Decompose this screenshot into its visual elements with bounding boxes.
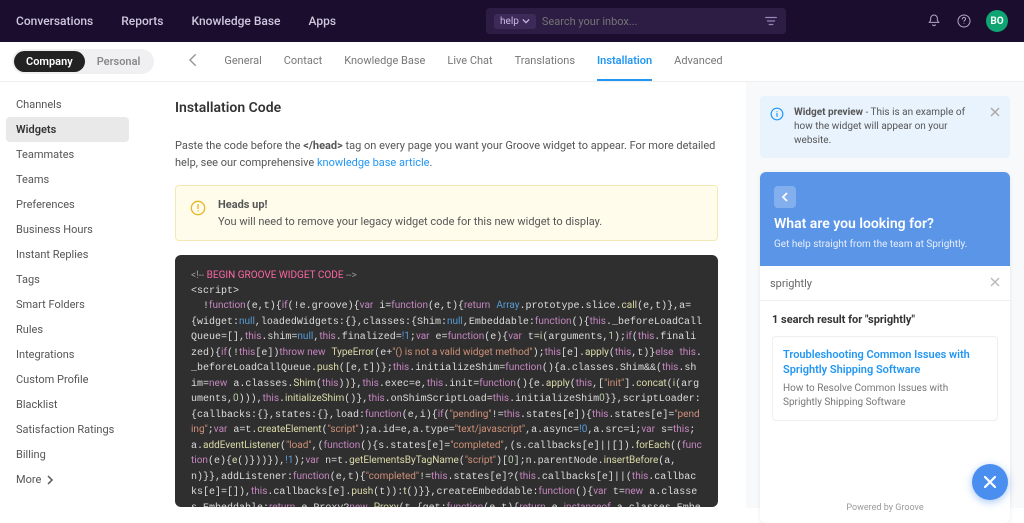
sidebar-item-widgets[interactable]: Widgets <box>6 117 129 142</box>
arrow-left-icon <box>184 51 202 69</box>
secondbar: Company Personal General Contact Knowled… <box>0 42 1024 82</box>
topnav-conversations[interactable]: Conversations <box>16 14 93 28</box>
sidebar-item-smart-folders[interactable]: Smart Folders <box>0 292 135 317</box>
widget-results-header: 1 search result for "sprightly" <box>772 313 998 326</box>
sidebar-item-rules[interactable]: Rules <box>0 317 135 342</box>
sidebar-item-channels[interactable]: Channels <box>0 92 135 117</box>
main-panel: Installation Code Paste the code before … <box>135 82 746 508</box>
close-icon <box>990 107 1000 117</box>
tab-installation[interactable]: Installation <box>597 42 652 81</box>
widget-result-subtitle: How to Resolve Common Issues with Sprigh… <box>783 382 987 410</box>
kb-article-link[interactable]: knowledge base article <box>317 156 430 169</box>
widget-search-row <box>760 266 1010 301</box>
alert-title: Heads up! <box>218 198 602 211</box>
chevron-left-icon <box>780 192 790 202</box>
sidebar-item-blacklist[interactable]: Blacklist <box>0 392 135 417</box>
help-icon[interactable] <box>956 13 972 29</box>
widget-result-title: Troubleshooting Common Issues with Sprig… <box>783 347 987 378</box>
topnav-knowledge-base[interactable]: Knowledge Base <box>191 14 280 28</box>
scope-pill-group: Company Personal <box>12 49 154 74</box>
search-input[interactable] <box>542 15 764 28</box>
close-icon <box>990 277 1000 287</box>
top-nav: Conversations Reports Knowledge Base App… <box>16 14 336 28</box>
user-avatar[interactable]: BO <box>986 10 1008 32</box>
preview-info-text: Widget preview - This is an example of h… <box>794 106 980 148</box>
widget: What are you looking for? Get help strai… <box>760 172 1010 523</box>
widget-back-button[interactable] <box>774 186 796 208</box>
sidebar-item-preferences[interactable]: Preferences <box>0 192 135 217</box>
preview-panel: Widget preview - This is an example of h… <box>746 82 1024 508</box>
tab-advanced[interactable]: Advanced <box>674 42 722 81</box>
topnav-apps[interactable]: Apps <box>309 14 337 28</box>
tab-translations[interactable]: Translations <box>515 42 575 81</box>
widget-header: What are you looking for? Get help strai… <box>760 172 1010 266</box>
search-wrap[interactable]: help <box>486 8 786 34</box>
topbar: Conversations Reports Knowledge Base App… <box>0 0 1024 42</box>
preview-info-close[interactable] <box>990 106 1000 120</box>
widget-title: What are you looking for? <box>774 216 996 232</box>
sidebar-item-integrations[interactable]: Integrations <box>0 342 135 367</box>
back-button[interactable] <box>184 51 202 72</box>
close-icon <box>983 475 997 489</box>
desc-tag: </head> <box>303 139 343 152</box>
sidebar-item-custom-profile[interactable]: Custom Profile <box>0 367 135 392</box>
tabs: General Contact Knowledge Base Live Chat… <box>224 42 722 81</box>
code-block[interactable]: <!-- BEGIN GROOVE WIDGET CODE --> <scrip… <box>175 255 718 507</box>
search-scope-pill[interactable]: help <box>494 14 536 29</box>
tab-knowledge-base[interactable]: Knowledge Base <box>344 42 425 81</box>
sidebar-item-business-hours[interactable]: Business Hours <box>0 217 135 242</box>
tab-general[interactable]: General <box>224 42 261 81</box>
alert-body: Heads up! You will need to remove your l… <box>218 198 602 228</box>
sidebar-item-teammates[interactable]: Teammates <box>0 142 135 167</box>
sidebar-item-more[interactable]: More <box>0 467 135 492</box>
sidebar-item-tags[interactable]: Tags <box>0 267 135 292</box>
tab-contact[interactable]: Contact <box>284 42 322 81</box>
sidebar-item-instant-replies[interactable]: Instant Replies <box>0 242 135 267</box>
description: Paste the code before the </head> tag on… <box>175 138 718 171</box>
alert-text: You will need to remove your legacy widg… <box>218 215 602 228</box>
tab-live-chat[interactable]: Live Chat <box>447 42 492 81</box>
sidebar-item-billing[interactable]: Billing <box>0 442 135 467</box>
desc-before: Paste the code before the <box>175 139 303 152</box>
sidebar-item-teams[interactable]: Teams <box>0 167 135 192</box>
topbar-right: BO <box>926 10 1008 32</box>
info-icon <box>770 107 784 121</box>
sidebar-more-label: More <box>16 473 41 486</box>
preview-info-banner: Widget preview - This is an example of h… <box>760 96 1010 158</box>
widget-subtitle: Get help straight from the team at Sprig… <box>774 238 996 252</box>
topnav-reports[interactable]: Reports <box>121 14 163 28</box>
page-title: Installation Code <box>175 100 718 116</box>
widget-result-card[interactable]: Troubleshooting Common Issues with Sprig… <box>772 336 998 421</box>
preview-info-title: Widget preview <box>794 107 863 118</box>
widget-search-input[interactable] <box>770 277 990 290</box>
pill-company[interactable]: Company <box>14 51 85 72</box>
chevron-right-icon <box>45 475 55 485</box>
widget-search-clear[interactable] <box>990 276 1000 290</box>
alert-box: Heads up! You will need to remove your l… <box>175 185 718 241</box>
sidebar: Channels Widgets Teammates Teams Prefere… <box>0 82 135 508</box>
filter-icon[interactable] <box>764 14 778 28</box>
chevron-down-icon <box>522 17 530 25</box>
widget-fab[interactable] <box>972 464 1008 500</box>
sidebar-item-satisfaction[interactable]: Satisfaction Ratings <box>0 417 135 442</box>
pill-personal[interactable]: Personal <box>85 51 153 72</box>
layout: Channels Widgets Teammates Teams Prefere… <box>0 82 1024 508</box>
bell-icon[interactable] <box>926 13 942 29</box>
warning-icon <box>190 200 206 216</box>
widget-results: 1 search result for "sprightly" Troubles… <box>760 301 1010 433</box>
search-scope-label: help <box>500 16 519 27</box>
